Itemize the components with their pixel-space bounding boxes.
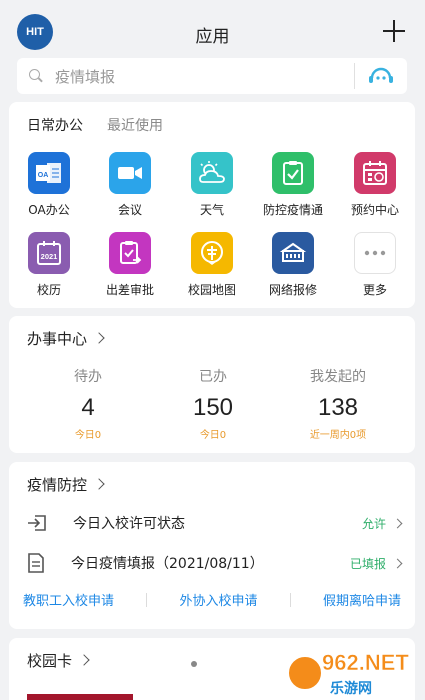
- app-label: 校历: [36, 283, 61, 297]
- app-weather[interactable]: 天气: [176, 152, 248, 218]
- stat-sub: 近一周内0项: [309, 430, 367, 441]
- app-label: 会议: [117, 203, 142, 217]
- entry-permit-row[interactable]: 今日入校许可状态 允许: [27, 509, 403, 537]
- clipboard-check-icon: [272, 152, 314, 194]
- outsourced-entry-application-link[interactable]: 外协入校申请: [179, 590, 257, 609]
- app-label: 网络报修: [268, 283, 317, 297]
- page-title: 应用: [195, 27, 230, 47]
- section-title: 校园卡: [27, 652, 73, 670]
- oa-icon: OA: [28, 152, 70, 194]
- status-bar: [0, 0, 425, 18]
- sign-in-icon: [28, 515, 46, 531]
- chevron-right-icon: [93, 478, 105, 490]
- map-pin-icon: [191, 232, 233, 274]
- epidemic-control-card: 疫情防控 今日入校许可状态 允许 今日疫情填报（2021/08/11） 已填报 …: [9, 462, 415, 629]
- app-label: 校园地图: [187, 283, 236, 297]
- staff-entry-application-link[interactable]: 教职工入校申请: [23, 590, 114, 609]
- apps-card: 日常办公 最近使用 OA OA办公 会议 天气 防控疫情通 预约中心 2021: [9, 102, 415, 308]
- stat-sub: 今日0: [74, 430, 102, 441]
- stat-value: 150: [192, 394, 234, 421]
- calendar-icon: [354, 152, 396, 194]
- search-input[interactable]: 疫情填报: [55, 66, 354, 87]
- watermark-subtext: 乐游网: [330, 681, 372, 697]
- svg-text:2021: 2021: [41, 252, 58, 261]
- divider: [289, 592, 291, 607]
- app-epidemic-pass[interactable]: 防控疫情通: [257, 152, 329, 218]
- stat-label: 已办: [199, 369, 227, 385]
- stat-initiated[interactable]: 我发起的 138 近一周内0项: [273, 366, 403, 441]
- epidemic-control-header[interactable]: 疫情防控: [27, 474, 105, 495]
- section-title: 办事中心: [27, 330, 88, 348]
- pager-dot: [191, 661, 197, 667]
- app-network-repair[interactable]: 网络报修: [257, 232, 329, 298]
- chevron-right-icon: [392, 558, 403, 568]
- application-links: 教职工入校申请 外协入校申请 假期离哈申请: [9, 590, 415, 609]
- row-label: 今日入校许可状态: [73, 516, 185, 532]
- calendar-2021-icon: 2021: [28, 232, 70, 274]
- holiday-leave-application-link[interactable]: 假期离哈申请: [323, 590, 401, 609]
- search-bar[interactable]: 疫情填报: [17, 58, 407, 94]
- app-label: 天气: [199, 203, 224, 217]
- site-watermark: 962.NET 乐游网: [286, 648, 420, 698]
- approval-icon: [109, 232, 151, 274]
- row-label: 今日疫情填报（2021/08/11）: [71, 556, 264, 572]
- network-icon: [272, 232, 314, 274]
- tab-recent[interactable]: 最近使用: [107, 115, 163, 135]
- app-more[interactable]: 更多: [339, 232, 411, 298]
- stat-sub: 今日0: [199, 430, 227, 441]
- app-label: 防控疫情通: [262, 203, 323, 217]
- more-icon: [354, 232, 396, 274]
- app-meeting[interactable]: 会议: [94, 152, 166, 218]
- add-icon[interactable]: [383, 20, 405, 42]
- document-icon: [28, 553, 44, 573]
- tab-daily-office[interactable]: 日常办公: [27, 115, 83, 135]
- status-badge: 允许: [361, 516, 386, 531]
- status-badge: 已填报: [349, 556, 386, 571]
- app-label: 预约中心: [350, 203, 399, 217]
- app-label: 更多: [362, 283, 387, 297]
- stat-label: 我发起的: [310, 369, 366, 385]
- campus-card-image: [27, 694, 133, 700]
- weather-icon: [191, 152, 233, 194]
- assistant-bot-icon[interactable]: [355, 58, 407, 94]
- app-header: HIT 应用: [0, 14, 425, 50]
- stat-done[interactable]: 已办 150 今日0: [148, 366, 278, 441]
- app-school-calendar[interactable]: 2021 校历: [13, 232, 85, 298]
- app-campus-map[interactable]: 校园地图: [176, 232, 248, 298]
- affairs-center-header[interactable]: 办事中心: [27, 328, 105, 349]
- search-icon: [29, 69, 43, 83]
- apps-tabs: 日常办公 最近使用: [27, 115, 163, 135]
- daily-report-row[interactable]: 今日疫情填报（2021/08/11） 已填报: [27, 549, 403, 577]
- stat-label: 待办: [74, 369, 102, 385]
- watermark-badge-icon: [286, 654, 324, 692]
- svg-text:OA: OA: [38, 172, 49, 179]
- app-label: OA办公: [28, 203, 70, 217]
- chevron-right-icon: [78, 654, 90, 666]
- video-icon: [109, 152, 151, 194]
- watermark-text: 962.NET: [322, 650, 409, 676]
- stat-todo[interactable]: 待办 4 今日0: [23, 366, 153, 441]
- app-booking[interactable]: 预约中心: [339, 152, 411, 218]
- campus-card-header[interactable]: 校园卡: [27, 650, 90, 671]
- stat-value: 4: [81, 394, 95, 421]
- chevron-right-icon: [392, 518, 403, 528]
- app-label: 出差审批: [105, 283, 154, 297]
- stat-value: 138: [317, 394, 359, 421]
- app-oa[interactable]: OA OA办公: [13, 152, 85, 218]
- app-travel-approval[interactable]: 出差审批: [94, 232, 166, 298]
- chevron-right-icon: [93, 332, 105, 344]
- section-title: 疫情防控: [27, 476, 88, 494]
- divider: [146, 592, 148, 607]
- affairs-center-card: 办事中心 待办 4 今日0 已办 150 今日0 我发起的 138 近一周内0项: [9, 316, 415, 453]
